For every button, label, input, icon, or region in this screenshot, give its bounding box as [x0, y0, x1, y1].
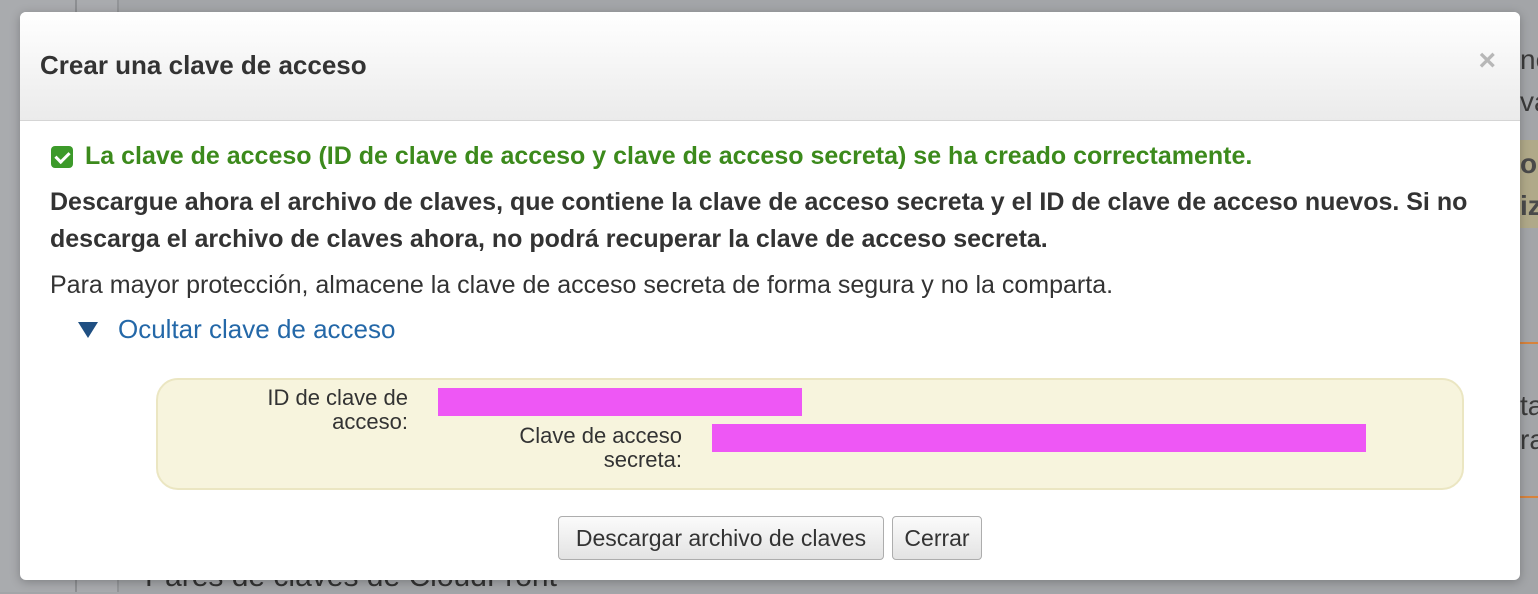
close-icon[interactable]: × — [1478, 46, 1496, 76]
background-text-fragment: ra — [1520, 424, 1538, 455]
success-message: La clave de acceso (ID de clave de acces… — [51, 142, 1252, 171]
dialog-title: Crear una clave de acceso — [40, 50, 367, 80]
secret-key-label: Clave de acceso secreta: — [519, 423, 682, 472]
background-text-fragment: ta — [1520, 390, 1538, 421]
dialog-header: Crear una clave de acceso × — [20, 12, 1520, 121]
background-divider — [1520, 496, 1538, 498]
create-access-key-dialog: Crear una clave de acceso × La clave de … — [20, 12, 1520, 580]
hide-access-key-link[interactable]: Ocultar clave de acceso — [118, 314, 395, 345]
download-key-file-button[interactable]: Descargar archivo de claves — [558, 516, 884, 560]
checkbox-check-icon — [51, 145, 73, 168]
background-text-fragment: ne — [1520, 44, 1538, 75]
protection-note: Para mayor protección, almacene la clave… — [50, 271, 1114, 299]
background-text-fragment: iz — [1520, 190, 1538, 221]
hide-access-key-toggle[interactable]: Ocultar clave de acceso — [78, 314, 395, 345]
background-text-fragment: o s — [1520, 148, 1538, 179]
success-message-text: La clave de acceso (ID de clave de acces… — [85, 142, 1253, 170]
triangle-down-icon — [78, 321, 98, 338]
close-button[interactable]: Cerrar — [892, 516, 982, 560]
background-text-fragment: va — [1520, 86, 1538, 117]
access-key-id-label: ID de clave de acceso: — [267, 385, 408, 434]
background-divider — [1520, 342, 1538, 344]
download-warning: Descargue ahora el archivo de claves, qu… — [50, 188, 1468, 253]
access-key-id-redacted — [438, 388, 802, 416]
access-key-panel: ID de clave de acceso: Clave de acceso s… — [156, 378, 1464, 490]
secret-key-redacted — [712, 424, 1366, 452]
